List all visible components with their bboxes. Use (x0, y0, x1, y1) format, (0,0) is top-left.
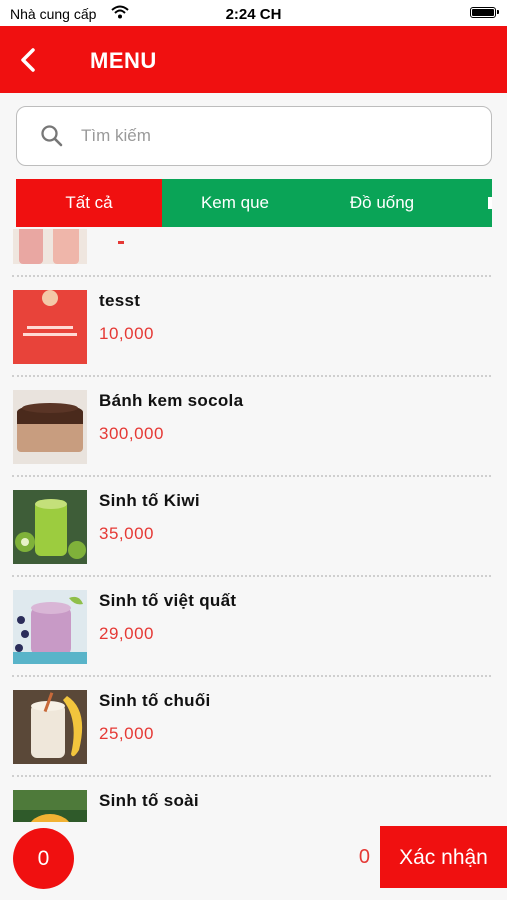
product-name: Sinh tố soài (99, 791, 199, 810)
app-header: MENU (0, 26, 507, 93)
product-name: tesst (99, 291, 141, 310)
product-price: 29,000 (99, 624, 154, 643)
product-name: Sinh tố Kiwi (99, 491, 200, 510)
product-name: Sinh tố việt quất (99, 591, 237, 610)
list-item[interactable]: Sinh tố Kiwi 35,000 (0, 477, 507, 577)
tab-drinks[interactable]: Đồ uống (309, 179, 455, 227)
product-list[interactable]: tesst 10,000 Bánh kem socola 300,000 Sin… (0, 229, 507, 822)
back-button[interactable] (10, 40, 50, 80)
tab-overflow-hint (488, 197, 492, 209)
list-item[interactable]: Sinh tố soài (0, 777, 507, 822)
search-icon (39, 123, 65, 154)
battery-icon (470, 7, 499, 18)
list-item[interactable] (0, 229, 507, 277)
clock: 2:24 CH (225, 6, 282, 23)
product-name: Bánh kem socola (99, 391, 244, 410)
list-item[interactable]: tesst 10,000 (0, 277, 507, 377)
product-image (13, 590, 87, 664)
list-item[interactable]: Sinh tố chuối 25,000 (0, 677, 507, 777)
cart-count-button[interactable]: 0 (13, 828, 74, 889)
chevron-left-icon (21, 48, 35, 72)
page-title: MENU (90, 48, 157, 73)
product-image (13, 690, 87, 764)
list-item[interactable]: Sinh tố việt quất 29,000 (0, 577, 507, 677)
status-bar: Nhà cung cấp 2:24 CH (0, 0, 507, 26)
cart-total: 0 (358, 846, 370, 868)
product-image (13, 490, 87, 564)
product-price: 10,000 (99, 324, 154, 343)
category-tabs: Tất cả Kem que Đồ uống (16, 179, 492, 227)
product-image (13, 290, 87, 364)
product-image (13, 790, 87, 822)
confirm-button[interactable]: Xác nhận (380, 826, 507, 888)
product-image (13, 390, 87, 464)
search-input[interactable] (81, 124, 461, 148)
product-image (13, 229, 87, 264)
price-fragment (118, 241, 124, 244)
product-price: 35,000 (99, 524, 154, 543)
product-name: Sinh tố chuối (99, 691, 211, 710)
tab-ice-cream[interactable]: Kem que (162, 179, 308, 227)
list-item[interactable]: Bánh kem socola 300,000 (0, 377, 507, 477)
tab-all[interactable]: Tất cả (16, 179, 162, 227)
product-price: 300,000 (99, 424, 164, 443)
product-price: 25,000 (99, 724, 154, 743)
search-box[interactable] (16, 106, 492, 166)
